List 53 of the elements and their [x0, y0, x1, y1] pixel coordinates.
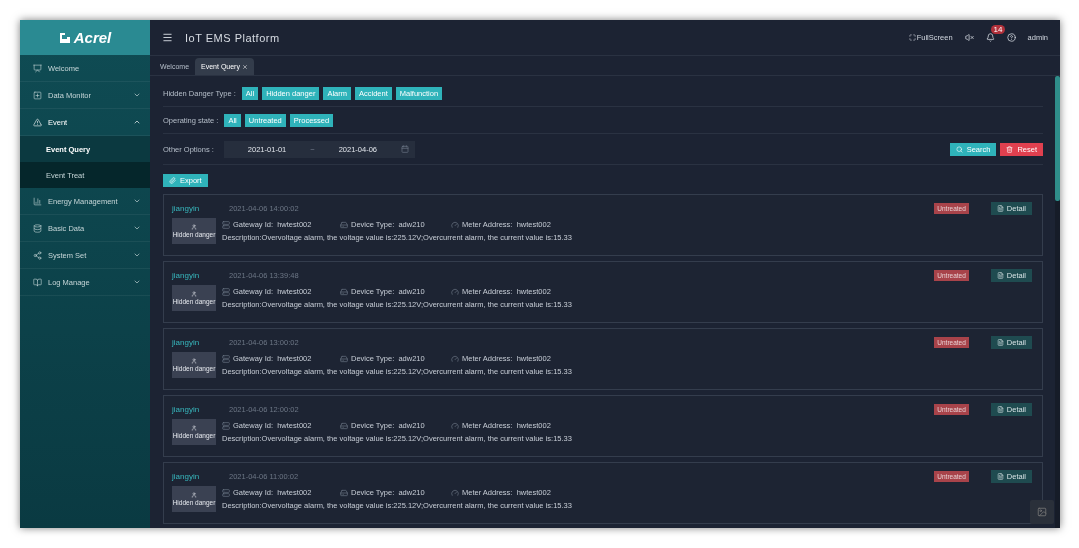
site-name: jiangyin [172, 270, 201, 280]
logo-text: Acrel [73, 29, 112, 46]
gauge-icon [451, 354, 459, 363]
warning-icon [33, 117, 42, 127]
database-icon [33, 223, 42, 233]
search-icon [955, 145, 963, 153]
server-icon [222, 220, 230, 229]
nodes-icon [33, 250, 42, 260]
server-icon [222, 421, 230, 430]
site-name: jiangyin [172, 404, 201, 414]
document-icon [996, 204, 1004, 212]
site-name: jiangyin [172, 203, 201, 213]
trash-icon [1006, 145, 1014, 153]
gauge-icon [451, 220, 459, 229]
expand-icon [908, 34, 916, 41]
image-icon [1037, 507, 1047, 517]
bar-chart-icon [33, 196, 42, 206]
drive-icon [340, 220, 348, 229]
person-icon [191, 291, 197, 297]
document-icon [996, 338, 1004, 346]
document-icon [996, 271, 1004, 279]
drive-icon [340, 354, 348, 363]
document-icon [996, 405, 1004, 413]
site-name: jiangyin [172, 471, 201, 481]
calendar-icon [401, 145, 409, 153]
book-icon [33, 277, 42, 287]
person-icon [191, 358, 197, 364]
person-icon [191, 425, 197, 431]
drive-icon [340, 488, 348, 497]
logo-mark-icon [58, 31, 71, 44]
notification-badge: 14 [990, 25, 1006, 34]
server-icon [222, 287, 230, 296]
scrollbar-thumb[interactable] [1055, 76, 1060, 201]
close-icon[interactable] [241, 63, 248, 70]
board-icon [33, 63, 42, 73]
gauge-icon [451, 421, 459, 430]
app-title: IoT EMS Platform [185, 31, 281, 44]
plus-square-icon [33, 90, 42, 100]
site-name: jiangyin [172, 337, 201, 347]
gauge-icon [451, 488, 459, 497]
drive-icon [340, 421, 348, 430]
server-icon [222, 354, 230, 363]
gauge-icon [451, 287, 459, 296]
bell-icon[interactable] [985, 33, 995, 42]
menu-icon[interactable] [162, 32, 173, 43]
person-icon [191, 224, 197, 230]
document-icon [996, 472, 1004, 480]
person-icon [191, 492, 197, 498]
help-icon[interactable] [1006, 33, 1016, 42]
mute-icon[interactable] [964, 33, 974, 42]
server-icon [222, 488, 230, 497]
drive-icon [340, 287, 348, 296]
paperclip-icon [169, 177, 176, 184]
